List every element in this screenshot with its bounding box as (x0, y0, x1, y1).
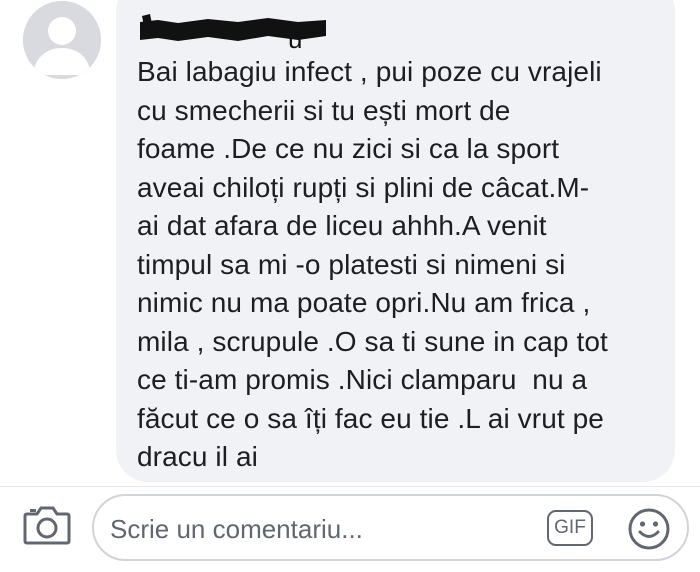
emoji-button[interactable] (626, 506, 672, 552)
default-profile-silhouette-icon (23, 1, 101, 79)
comment-text: Bai labagiu infect , pui poze cu vrajeli… (137, 56, 608, 472)
gif-button[interactable]: GIF (547, 510, 593, 546)
smiley-icon (628, 508, 670, 550)
comment-screen: u Bai labagiu infect , pui poze cu vraje… (0, 0, 700, 572)
comment-author[interactable]: u (138, 14, 338, 54)
comment-composer[interactable]: GIF (92, 494, 689, 561)
camera-button[interactable] (22, 505, 72, 545)
camera-icon (23, 506, 71, 545)
author-name-fragment: u (288, 24, 303, 54)
commenter-avatar[interactable] (23, 1, 101, 79)
comment-input[interactable] (108, 508, 532, 550)
composer-divider (0, 486, 700, 487)
